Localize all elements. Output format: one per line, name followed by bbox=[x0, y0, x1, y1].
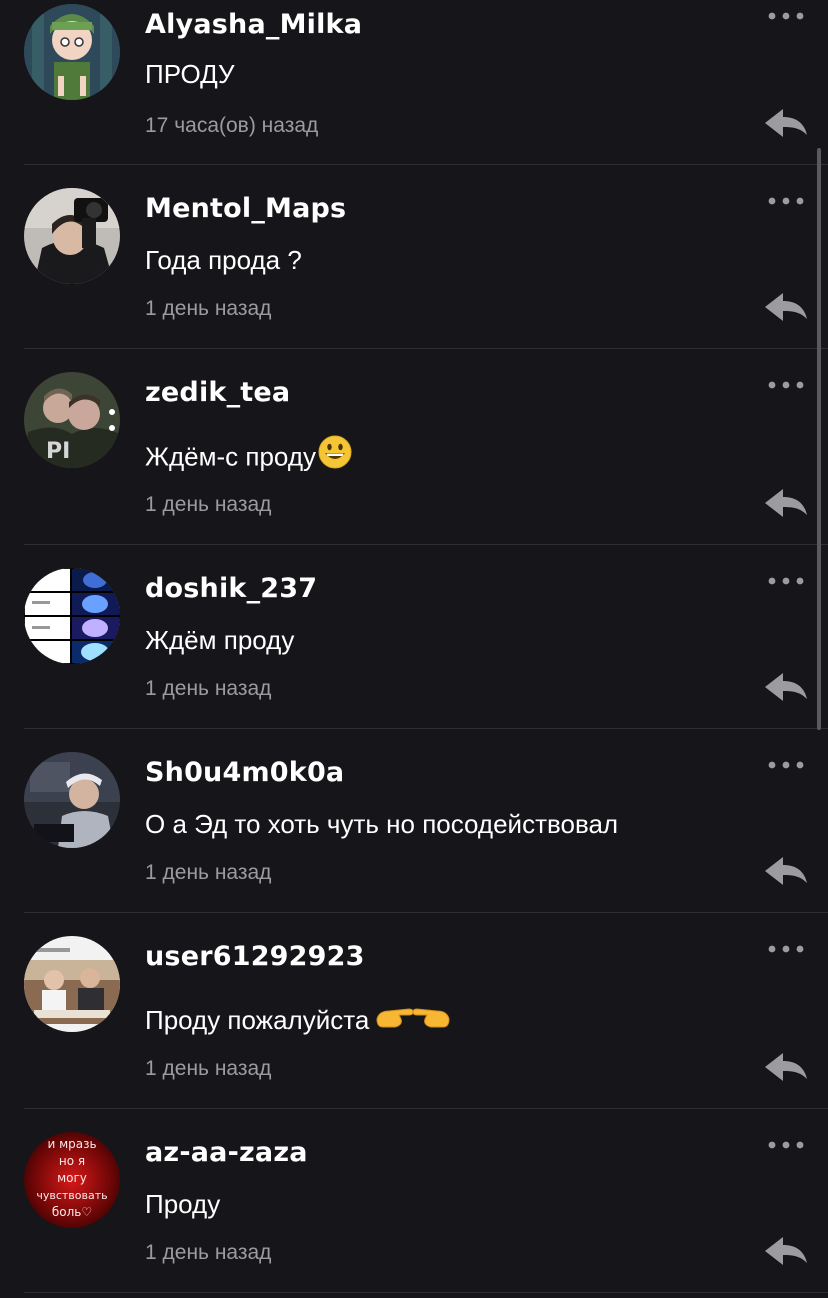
comment-text: Проду пожалуйста bbox=[145, 1005, 451, 1038]
comment-username[interactable]: az-aa-zaza bbox=[145, 1137, 308, 1168]
reply-arrow-icon[interactable] bbox=[762, 854, 810, 890]
comment-text: Года прода ? bbox=[145, 245, 302, 275]
avatar[interactable]: PI bbox=[24, 372, 120, 468]
separator bbox=[24, 544, 828, 545]
scrollbar[interactable] bbox=[817, 148, 821, 730]
more-options-icon[interactable] bbox=[764, 755, 808, 775]
avatar[interactable] bbox=[24, 4, 120, 100]
separator bbox=[24, 1108, 828, 1109]
comment-username[interactable]: doshik_237 bbox=[145, 573, 317, 604]
more-options-icon[interactable] bbox=[764, 191, 808, 211]
avatar[interactable] bbox=[24, 752, 120, 848]
separator bbox=[24, 912, 828, 913]
comment-text: Ждём проду bbox=[145, 625, 295, 655]
comment-text-content: Ждём-с проду bbox=[145, 441, 316, 472]
comment-text: Проду bbox=[145, 1189, 221, 1219]
neon-text-line: и мразь bbox=[47, 1137, 96, 1151]
more-options-icon[interactable] bbox=[764, 1135, 808, 1155]
comment-username[interactable]: user61292923 bbox=[145, 941, 365, 972]
comment-username[interactable]: Alyasha_Milka bbox=[145, 9, 362, 40]
neon-text-line: но я bbox=[59, 1154, 85, 1168]
reply-arrow-icon[interactable] bbox=[762, 1050, 810, 1086]
comment-time: 17 часа(ов) назад bbox=[145, 114, 319, 137]
more-options-icon[interactable] bbox=[764, 375, 808, 395]
neon-text-line: боль♡ bbox=[52, 1205, 92, 1219]
comment-text-content: Проду пожалуйста bbox=[145, 1005, 370, 1035]
reply-arrow-icon[interactable] bbox=[762, 670, 810, 706]
comment-text: О а Эд то хоть чуть но посодействовал bbox=[145, 809, 619, 839]
separator bbox=[24, 728, 828, 729]
svg-text:PI: PI bbox=[46, 439, 70, 464]
pointing-hands-emoji bbox=[375, 1001, 451, 1038]
more-options-icon[interactable] bbox=[764, 6, 808, 26]
separator bbox=[24, 348, 828, 349]
comment-time: 1 день назад bbox=[145, 1241, 272, 1264]
reply-arrow-icon[interactable] bbox=[762, 1234, 810, 1270]
separator bbox=[24, 164, 828, 165]
grinning-face-emoji bbox=[318, 435, 352, 476]
avatar[interactable] bbox=[24, 568, 120, 664]
comment-username[interactable]: zedik_tea bbox=[145, 377, 290, 408]
comment-time: 1 день назад bbox=[145, 493, 272, 516]
comment-time: 1 день назад bbox=[145, 677, 272, 700]
comment-time: 1 день назад bbox=[145, 1057, 272, 1080]
comment-time: 1 день назад bbox=[145, 861, 272, 884]
more-options-icon[interactable] bbox=[764, 571, 808, 591]
comment-text: Ждём-с проду bbox=[145, 435, 352, 476]
comment-time: 1 день назад bbox=[145, 297, 272, 320]
more-options-icon[interactable] bbox=[764, 939, 808, 959]
neon-text-line: чувствовать bbox=[36, 1189, 107, 1202]
neon-text-line: могу bbox=[57, 1171, 87, 1185]
avatar[interactable] bbox=[24, 936, 120, 1032]
avatar[interactable] bbox=[24, 188, 120, 284]
comment-text: ПРОДУ bbox=[145, 59, 235, 89]
comment-list: Alyasha_Milka ПРОДУ 17 часа(ов) назад Me… bbox=[0, 0, 828, 1298]
reply-arrow-icon[interactable] bbox=[762, 106, 810, 142]
avatar[interactable]: и мразь но я могу чувствовать боль♡ bbox=[24, 1132, 120, 1228]
reply-arrow-icon[interactable] bbox=[762, 290, 810, 326]
separator bbox=[24, 1292, 828, 1293]
comment-username[interactable]: Sh0u4m0k0a bbox=[145, 757, 344, 788]
reply-arrow-icon[interactable] bbox=[762, 486, 810, 522]
comment-username[interactable]: Mentol_Maps bbox=[145, 193, 346, 224]
